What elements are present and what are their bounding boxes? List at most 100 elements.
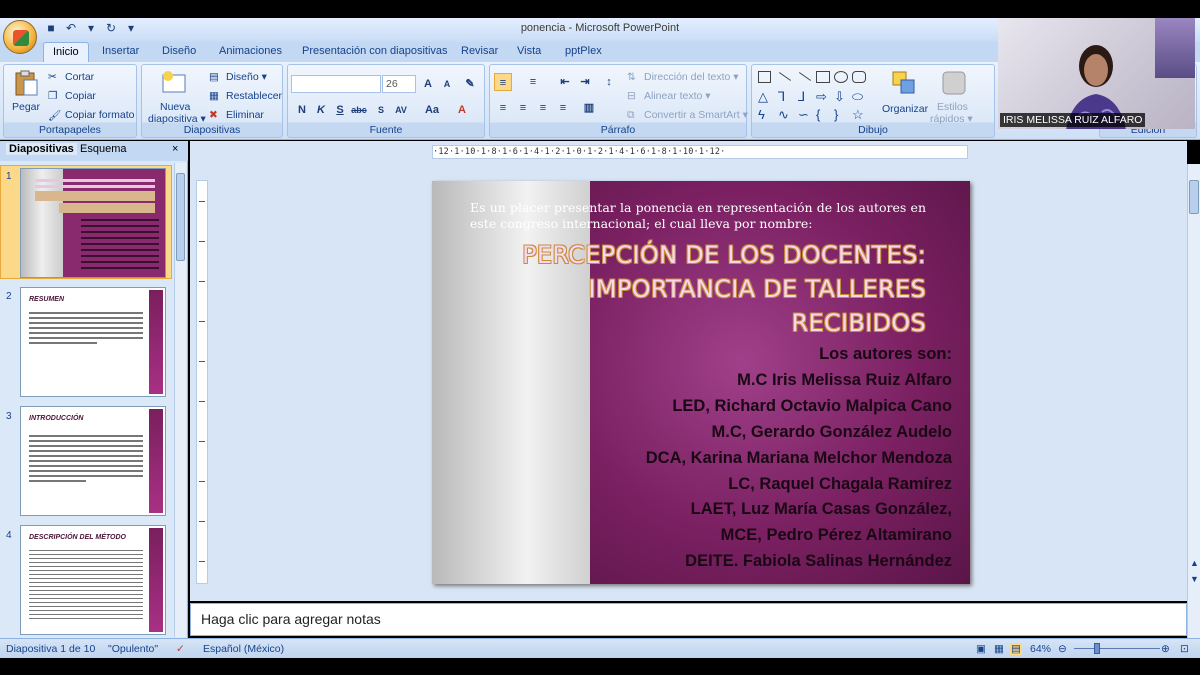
language-status[interactable]: Español (México) [203, 643, 284, 655]
sorter-view-icon[interactable]: ▦ [994, 643, 1004, 655]
thumb-title: RESUMEN [29, 296, 65, 303]
tab-slides[interactable]: Diapositivas [6, 143, 77, 155]
spellcheck-icon[interactable]: ✓ [176, 643, 185, 655]
prev-slide-icon[interactable]: ▲ [1190, 558, 1199, 568]
group-label-drawing: Dibujo [858, 124, 888, 136]
delete-button[interactable]: ✖ Eliminar [209, 109, 264, 121]
star-shape-icon[interactable]: ☆ [852, 108, 866, 121]
lightning-shape-icon[interactable]: ϟ [758, 108, 772, 121]
increase-indent-icon[interactable]: ⇥ [576, 73, 594, 91]
down-arrow-shape-icon[interactable]: ⇩ [834, 90, 848, 103]
slideshow-view-icon[interactable]: ▤ [1010, 643, 1022, 655]
zoom-out-icon[interactable]: ⊖ [1058, 643, 1067, 655]
slide-thumbnail[interactable]: RESUMEN [20, 287, 166, 397]
align-left-icon[interactable]: ≡ [494, 99, 512, 117]
change-case-icon[interactable]: Aa [423, 101, 441, 119]
shadow-icon[interactable]: S [372, 101, 390, 119]
font-name-field[interactable] [291, 75, 381, 93]
grow-font-icon[interactable]: A [419, 75, 437, 93]
underline-icon[interactable]: S [331, 101, 349, 119]
zoom-slider-thumb[interactable] [1094, 643, 1100, 654]
flowchart-shape-icon[interactable]: ⬭ [852, 90, 866, 103]
freeform-shape-icon[interactable]: ∽ [798, 108, 812, 121]
italic-icon[interactable]: K [312, 101, 330, 119]
right-arrow-shape-icon[interactable]: ⇨ [816, 90, 830, 103]
office-button[interactable] [3, 20, 37, 54]
layout-button[interactable]: ▤ Diseño ▾ [209, 71, 267, 83]
slide-thumbnail[interactable]: INTRODUCCIÓN [20, 406, 166, 516]
slide-title[interactable]: PERCEPCIÓN DE LOS DOCENTES: IMPORTANCIA … [486, 238, 926, 340]
rectangle-shape-icon[interactable] [816, 71, 830, 83]
bullets-icon[interactable]: ≡ [494, 73, 512, 91]
tab-pptplex[interactable]: pptPlex [565, 45, 602, 57]
tab-insertar[interactable]: Insertar [102, 45, 139, 57]
brace-left-shape-icon[interactable]: { [816, 108, 830, 121]
main-scrollbar[interactable]: ▲ ▼ [1187, 164, 1200, 638]
slide-thumbnail[interactable] [20, 168, 166, 278]
paste-button[interactable]: Pegar [12, 101, 40, 113]
shrink-font-icon[interactable]: A [438, 75, 456, 93]
tab-outline[interactable]: Esquema [80, 143, 126, 155]
arrange-button[interactable]: Organizar [882, 103, 928, 115]
zoom-level[interactable]: 64% [1030, 643, 1051, 655]
brace-right-shape-icon[interactable]: } [834, 108, 848, 121]
format-painter-button[interactable]: 🖌 Copiar formato [48, 109, 134, 122]
slide-thumbnail[interactable]: DESCRIPCIÓN DEL MÉTODO [20, 525, 166, 635]
bold-icon[interactable]: N [293, 101, 311, 119]
font-size-field[interactable]: 26 [382, 75, 416, 93]
oval-shape-icon[interactable] [834, 71, 848, 83]
tab-inicio[interactable]: Inicio [43, 42, 89, 63]
tab-revisar[interactable]: Revisar [461, 45, 498, 57]
curve-shape-icon[interactable]: ∿ [778, 108, 792, 121]
quick-styles-label-1[interactable]: Estilos [937, 101, 968, 113]
spacing-icon[interactable]: AV [392, 101, 410, 119]
slide-canvas[interactable]: Es un placer presentar la ponencia en re… [432, 181, 970, 584]
quick-styles-icon[interactable] [940, 69, 968, 97]
slide-title-line-3: RECIBIDOS [791, 309, 926, 337]
elbow-shape-icon[interactable]: ⅃ [798, 90, 812, 103]
textbox-shape-icon[interactable] [758, 71, 771, 83]
slide-intro-text[interactable]: Es un placer presentar la ponencia en re… [470, 200, 926, 232]
panel-scrollbar[interactable] [174, 163, 186, 637]
align-center-icon[interactable]: ≡ [514, 99, 532, 117]
triangle-shape-icon[interactable]: △ [758, 90, 772, 103]
new-slide-label-1[interactable]: Nueva [160, 101, 190, 113]
zoom-in-icon[interactable]: ⊕ [1161, 643, 1170, 655]
strikethrough-icon[interactable]: abc [350, 101, 368, 119]
zoom-slider[interactable] [1074, 648, 1160, 649]
smartart-button[interactable]: ⧉ Convertir a SmartArt ▾ [627, 109, 748, 121]
tab-diseno[interactable]: Diseño [162, 45, 196, 57]
slide-authors[interactable]: Los autores son: M.C Iris Melissa Ruiz A… [572, 342, 952, 575]
tab-animaciones[interactable]: Animaciones [219, 45, 282, 57]
close-panel-icon[interactable]: × [172, 143, 178, 155]
clear-format-icon[interactable]: ✎ [461, 75, 479, 93]
paste-icon[interactable] [12, 69, 40, 97]
tab-vista[interactable]: Vista [517, 45, 541, 57]
new-slide-icon[interactable] [160, 69, 188, 97]
notes-pane[interactable]: Haga clic para agregar notas [190, 603, 1187, 636]
panel-scroll-thumb[interactable] [176, 173, 185, 261]
decrease-indent-icon[interactable]: ⇤ [556, 73, 574, 91]
next-slide-icon[interactable]: ▼ [1190, 574, 1199, 584]
arrow-shape-icon[interactable] [798, 72, 812, 81]
justify-icon[interactable]: ≡ [554, 99, 572, 117]
rounded-rect-shape-icon[interactable] [852, 71, 866, 83]
line-shape-icon[interactable] [778, 72, 792, 81]
align-right-icon[interactable]: ≡ [534, 99, 552, 117]
normal-view-icon[interactable]: ▣ [976, 643, 986, 655]
arrange-icon[interactable] [890, 69, 918, 97]
main-scroll-thumb[interactable] [1189, 180, 1199, 214]
line-spacing-icon[interactable]: ↕ [600, 73, 618, 91]
fit-slide-icon[interactable]: ⊡ [1180, 643, 1189, 655]
cut-button[interactable]: ✂ Cortar [48, 71, 94, 83]
copy-button[interactable]: ❐ Copiar [48, 90, 96, 102]
columns-icon[interactable]: ▥ [580, 99, 598, 117]
numbering-icon[interactable]: ≡ [524, 73, 542, 91]
connector-shape-icon[interactable]: ⅂ [778, 90, 792, 103]
reset-button[interactable]: ▦ Restablecer [209, 90, 282, 102]
align-text-button[interactable]: ⊟ Alinear texto ▾ [627, 90, 711, 102]
text-direction-button[interactable]: ⇅ Dirección del texto ▾ [627, 71, 739, 83]
font-color-icon[interactable]: A [453, 101, 471, 119]
tab-presentacion[interactable]: Presentación con diapositivas [302, 45, 448, 57]
shapes-gallery[interactable]: △ ⅂ ⅃ ⇨ ⇩ ⬭ ϟ ∿ ∽ { } ☆ [758, 69, 870, 123]
